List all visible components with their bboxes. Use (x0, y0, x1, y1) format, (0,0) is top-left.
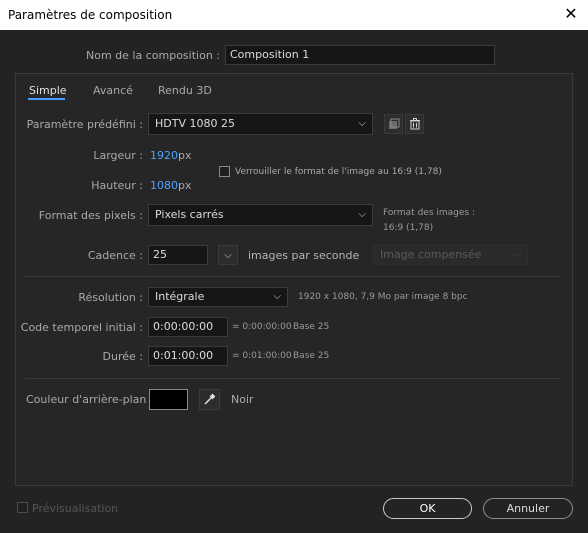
frame-aspect-value: 16:9 (1,78) (383, 223, 434, 233)
resolution-select[interactable]: Intégrale ⌵ (148, 287, 288, 307)
height-value[interactable]: 1080 (150, 179, 178, 192)
preview-label: Prévisualisation (32, 502, 119, 515)
frame-rate-dropdown-button[interactable]: ⌵ (218, 245, 238, 265)
duration-input[interactable]: 0:01:00:00 (148, 346, 228, 366)
height-label: Hauteur : (91, 179, 143, 192)
pixel-aspect-label: Format des pixels : (38, 209, 143, 222)
comp-name-label: Nom de la composition : (86, 49, 220, 62)
pixel-aspect-select[interactable]: Pixels carrés ⌵ (148, 204, 373, 226)
chevron-down-icon: ⌵ (224, 249, 232, 261)
tab-active-indicator (28, 98, 65, 100)
chevron-down-icon: ⌵ (513, 249, 521, 260)
pixel-aspect-value: Pixels carrés (155, 208, 224, 221)
lock-aspect-label: Verrouiller le format de l'image au 16:9… (235, 167, 442, 177)
preview-checkbox[interactable] (17, 502, 28, 513)
start-timecode-label: Code temporel initial : (20, 321, 143, 334)
close-icon[interactable]: ✕ (562, 5, 580, 23)
divider (25, 276, 560, 277)
save-preset-icon (388, 118, 399, 129)
chevron-down-icon: ⌵ (273, 291, 281, 302)
ok-button[interactable]: OK (383, 498, 472, 519)
tab-advanced[interactable]: Avancé (93, 84, 133, 97)
preset-select[interactable]: HDTV 1080 25 ⌵ (148, 113, 373, 135)
preset-value: HDTV 1080 25 (155, 117, 235, 130)
frame-blending-value: Image compensée (380, 248, 482, 261)
height-unit: px (178, 179, 192, 192)
bg-color-swatch[interactable] (149, 389, 188, 410)
frame-aspect-label: Format des images : (383, 208, 475, 218)
resolution-label: Résolution : (78, 291, 143, 304)
frame-rate-input[interactable]: 25 (148, 245, 208, 265)
start-timecode-equiv: = 0:00:00:00 (232, 322, 292, 332)
width-value[interactable]: 1920 (150, 149, 178, 162)
lock-aspect-checkbox[interactable] (219, 166, 230, 177)
bg-color-name: Noir (231, 393, 254, 406)
trash-icon (409, 118, 420, 130)
chevron-down-icon: ⌵ (358, 118, 366, 129)
width-label: Largeur : (93, 149, 143, 162)
resolution-info: 1920 x 1080, 7,9 Mo par image 8 bpc (298, 292, 468, 302)
duration-equiv: = 0:01:00:00 (232, 351, 292, 361)
eyedropper-icon (204, 393, 216, 405)
tab-simple[interactable]: Simple (29, 84, 67, 97)
cancel-button[interactable]: Annuler (483, 498, 573, 519)
save-preset-button[interactable] (384, 114, 403, 134)
bg-color-label: Couleur d'arrière-plan : (26, 393, 154, 406)
delete-preset-button[interactable] (405, 114, 424, 134)
title-bar: Paramètres de composition ✕ (0, 0, 588, 30)
window-title: Paramètres de composition (8, 8, 173, 22)
duration-label: Durée : (102, 350, 143, 363)
start-timecode-base: Base 25 (293, 322, 330, 332)
resolution-value: Intégrale (155, 290, 205, 303)
frame-rate-label: Cadence : (87, 249, 143, 262)
start-timecode-input[interactable]: 0:00:00:00 (148, 317, 228, 337)
eyedropper-button[interactable] (199, 389, 220, 410)
chevron-down-icon: ⌵ (358, 209, 366, 220)
comp-name-input[interactable]: Composition 1 (225, 45, 495, 65)
duration-base: Base 25 (293, 351, 330, 361)
frame-rate-unit: images par seconde (248, 249, 360, 262)
divider (25, 378, 560, 379)
width-unit: px (178, 149, 192, 162)
tab-3d-renderer[interactable]: Rendu 3D (158, 84, 212, 97)
preset-label: Paramètre prédéfini : (26, 118, 143, 131)
frame-blending-select: Image compensée ⌵ (373, 245, 528, 265)
